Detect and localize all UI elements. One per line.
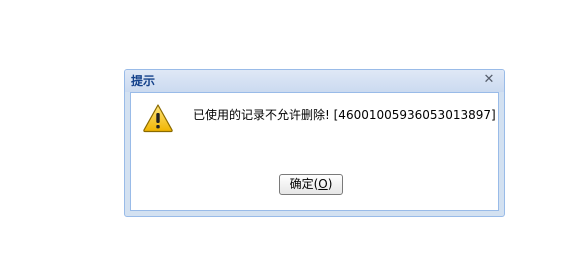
warning-icon bbox=[143, 104, 173, 133]
dialog-title: 提示 bbox=[131, 74, 156, 88]
ok-button-label: 确定( bbox=[289, 177, 319, 191]
close-icon[interactable]: ✕ bbox=[482, 73, 496, 87]
dialog-titlebar[interactable]: 提示 ✕ bbox=[125, 70, 504, 92]
dialog-body: 已使用的记录不允许删除! [46001005936053013897] 确定(O… bbox=[130, 92, 499, 211]
screen: 提示 ✕ 已使用的记录不允许删除! [46001005936053013897]… bbox=[0, 0, 581, 261]
ok-button-mnemonic: O bbox=[318, 177, 328, 191]
message-text: 已使用的记录不允许删除! [46001005936053013897] bbox=[193, 108, 496, 122]
ok-button-suffix: ) bbox=[327, 177, 333, 191]
alert-dialog: 提示 ✕ 已使用的记录不允许删除! [46001005936053013897]… bbox=[124, 69, 505, 217]
ok-button[interactable]: 确定(O) bbox=[279, 174, 343, 195]
